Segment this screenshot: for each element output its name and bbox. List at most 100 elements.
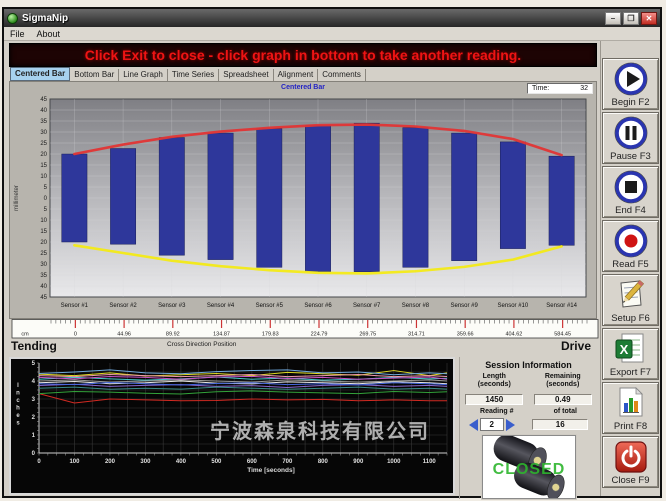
play-icon <box>613 61 649 97</box>
of-total-value: 16 <box>532 419 588 430</box>
tab-time-series[interactable]: Time Series <box>168 69 219 81</box>
svg-text:n: n <box>16 391 20 397</box>
svg-text:30: 30 <box>40 262 47 268</box>
window-title: SigmaNip <box>22 13 603 24</box>
svg-text:30: 30 <box>40 130 47 136</box>
reading-previous-arrow-icon[interactable] <box>469 419 478 431</box>
svg-text:200: 200 <box>105 459 116 465</box>
end-button[interactable]: End F4 <box>602 166 659 218</box>
svg-text:25: 25 <box>40 141 47 147</box>
svg-text:89.92: 89.92 <box>166 332 180 338</box>
svg-text:Sensor #3: Sensor #3 <box>158 303 186 309</box>
cross-direction-label: Cross Direction Position <box>167 341 236 348</box>
tab-centered-bar[interactable]: Centered Bar <box>10 67 70 81</box>
tab-alignment[interactable]: Alignment <box>274 69 319 81</box>
app-logo-icon <box>7 13 18 24</box>
svg-text:Sensor #9: Sensor #9 <box>451 303 479 309</box>
bottom-section: 0123450100200300400500600700800900100011… <box>9 357 600 499</box>
time-label: Time: <box>532 85 549 92</box>
svg-text:20: 20 <box>40 152 47 158</box>
content-area: Click Exit to close - click graph in bot… <box>4 41 660 496</box>
svg-text:45: 45 <box>40 97 47 103</box>
svg-text:1100: 1100 <box>423 459 437 465</box>
begin-button[interactable]: Begin F2 <box>602 58 659 110</box>
svg-text:35: 35 <box>40 119 47 125</box>
svg-text:40: 40 <box>40 108 47 114</box>
chart-title: Centered Bar <box>10 84 596 91</box>
length-label: Length (seconds) <box>465 373 523 389</box>
pause-button[interactable]: Pause F3 <box>602 112 659 164</box>
centered-bar-panel: Centered Bar Time: 32 454035302520151050… <box>9 81 597 319</box>
of-total-label: of total <box>554 408 577 416</box>
menu-file[interactable]: File <box>10 29 25 39</box>
export-button[interactable]: X Export F7 <box>602 328 659 380</box>
svg-text:100: 100 <box>69 459 80 465</box>
left-column: Click Exit to close - click graph in bot… <box>4 41 600 496</box>
svg-text:Sensor #5: Sensor #5 <box>256 303 284 309</box>
tab-spreadsheet[interactable]: Spreadsheet <box>219 69 273 81</box>
remaining-label: Remaining (seconds) <box>534 373 592 389</box>
session-labels-row: Length (seconds) Remaining (seconds) <box>460 373 597 389</box>
restore-button[interactable]: ❐ <box>623 12 639 25</box>
svg-text:5: 5 <box>44 207 48 213</box>
print-button-label: Print F8 <box>614 421 647 432</box>
time-series-graph[interactable]: 0123450100200300400500600700800900100011… <box>9 357 455 495</box>
chart-header: Centered Bar Time: 32 <box>10 82 596 95</box>
app-window: SigmaNip – ❐ ✕ File About Click Exit to … <box>2 7 662 498</box>
tab-comments[interactable]: Comments <box>318 69 366 81</box>
time-value: 32 <box>580 85 588 92</box>
export-button-label: Export F7 <box>610 367 651 378</box>
svg-text:Time [seconds]: Time [seconds] <box>247 467 295 474</box>
svg-text:10: 10 <box>40 218 47 224</box>
svg-text:1000: 1000 <box>387 459 401 465</box>
svg-text:Sensor #10: Sensor #10 <box>498 303 529 309</box>
read-button[interactable]: Read F5 <box>602 220 659 272</box>
svg-text:20: 20 <box>40 240 47 246</box>
svg-text:35: 35 <box>40 273 47 279</box>
svg-text:15: 15 <box>40 163 47 169</box>
time-series-frame: 0123450100200300400500600700800900100011… <box>9 357 455 495</box>
bar-chart-page-icon <box>613 385 649 421</box>
print-button[interactable]: Print F8 <box>602 382 659 434</box>
close-button[interactable]: ✕ <box>641 12 657 25</box>
svg-text:millimeter: millimeter <box>14 185 20 211</box>
svg-text:Sensor #8: Sensor #8 <box>402 303 430 309</box>
reading-next-arrow-icon[interactable] <box>506 419 515 431</box>
svg-text:44.96: 44.96 <box>117 332 131 338</box>
end-button-label: End F4 <box>615 205 646 216</box>
svg-text:0: 0 <box>74 332 77 338</box>
tending-label: Tending <box>11 339 57 353</box>
close-app-button[interactable]: Close F9 <box>602 436 659 488</box>
time-readout: Time: 32 <box>527 83 593 94</box>
power-icon <box>613 439 649 475</box>
minimize-button[interactable]: – <box>605 12 621 25</box>
banner-text: Click Exit to close - click graph in bot… <box>85 47 521 63</box>
setup-button-label: Setup F6 <box>611 313 650 324</box>
ruler-strip: 044.9689.92134.87179.83224.79269.75314.7… <box>9 319 600 339</box>
menu-about[interactable]: About <box>37 29 61 39</box>
svg-text:Sensor #6: Sensor #6 <box>304 303 332 309</box>
svg-text:h: h <box>16 406 20 412</box>
svg-text:Sensor #2: Sensor #2 <box>109 303 137 309</box>
stop-icon <box>613 169 649 205</box>
session-info-panel: Session Information Length (seconds) Rem… <box>459 357 597 499</box>
setup-button[interactable]: Setup F6 <box>602 274 659 326</box>
svg-text:300: 300 <box>140 459 151 465</box>
application-screenshot: SigmaNip – ❐ ✕ File About Click Exit to … <box>0 0 666 501</box>
svg-text:314.71: 314.71 <box>408 332 425 338</box>
orientation-row: Tending Cross Direction Position Drive <box>9 339 597 355</box>
reading-number-value[interactable]: 2 <box>480 418 504 431</box>
tab-bottom-bar[interactable]: Bottom Bar <box>70 69 119 81</box>
svg-text:269.75: 269.75 <box>359 332 376 338</box>
length-value: 1450 <box>465 394 523 405</box>
excel-icon: X <box>613 331 649 367</box>
session-values-row: 1450 0.49 <box>460 392 597 405</box>
closed-status-text: CLOSED <box>492 461 565 478</box>
tab-line-graph[interactable]: Line Graph <box>119 69 168 81</box>
action-button-column: Begin F2 Pause F3 <box>600 41 660 496</box>
svg-text:400: 400 <box>176 459 187 465</box>
reading-number-label: Reading # <box>480 408 513 416</box>
record-icon <box>613 223 649 259</box>
svg-text:X: X <box>619 342 628 357</box>
notepad-pencil-icon <box>613 277 649 313</box>
